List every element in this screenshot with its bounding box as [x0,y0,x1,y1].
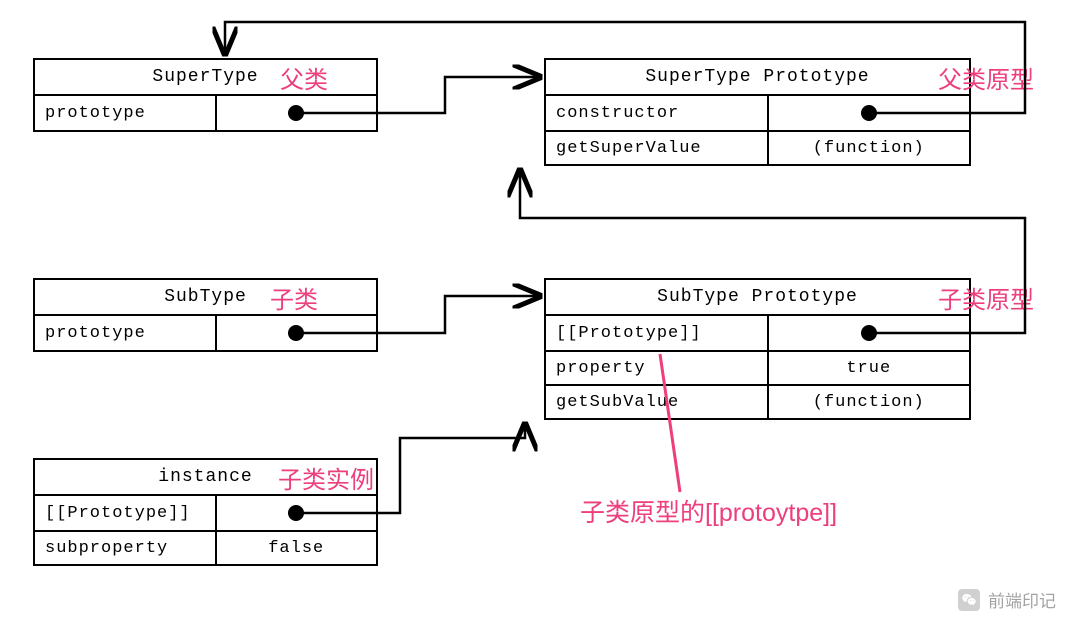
dot-icon [288,325,304,341]
subtype-prototype-label: prototype [35,316,217,350]
dot-icon [288,505,304,521]
subproto-title-text: SubType Prototype [657,287,858,307]
instance-subproperty-value: false [217,532,377,564]
subproto-row-getsubvalue: getSubValue (function) [546,384,969,418]
label-instance: 子类实例 [278,460,374,495]
subproto-row-property: property true [546,350,969,384]
label-subproto: 子类原型 [938,280,1034,315]
instance-row-prototype: [[Prototype]] [35,496,376,530]
superproto-constructor-value [769,96,970,130]
supertype-title-text: SuperType [152,67,258,87]
instance-prototype-value [217,496,377,530]
watermark-text: 前端印记 [988,587,1056,612]
subproto-row-prototype: [[Prototype]] [546,316,969,350]
subproto-property-label: property [546,352,769,384]
supertype-prototype-value [217,96,377,130]
subtype-row-prototype: prototype [35,316,376,350]
dot-icon [861,105,877,121]
superproto-getsupervalue-value: (function) [769,132,970,164]
superproto-getsupervalue-label: getSuperValue [546,132,769,164]
subproto-prototype-value [769,316,970,350]
label-subtype: 子类 [270,280,318,315]
superproto-constructor-label: constructor [546,96,769,130]
box-subtype-title: SubType [35,280,376,316]
superproto-row-getsupervalue: getSuperValue (function) [546,130,969,164]
annotation-proto-note: 子类原型的[[protoytpe]] [580,493,837,529]
box-superproto-title: SuperType Prototype [546,60,969,96]
wechat-icon [958,589,980,611]
box-superproto: SuperType Prototype constructor getSuper… [544,58,971,166]
box-subproto-title: SubType Prototype [546,280,969,316]
subproto-property-value: true [769,352,970,384]
watermark: 前端印记 [958,587,1056,612]
instance-prototype-label: [[Prototype]] [35,496,217,530]
instance-subproperty-label: subproperty [35,532,217,564]
subproto-prototype-label: [[Prototype]] [546,316,769,350]
box-subtype: SubType prototype [33,278,378,352]
subproto-getsubvalue-value: (function) [769,386,970,418]
supertype-row-prototype: prototype [35,96,376,130]
subproto-getsubvalue-label: getSubValue [546,386,769,418]
label-supertype: 父类 [280,60,328,95]
dot-icon [288,105,304,121]
instance-title-text: instance [158,467,252,487]
subtype-title-text: SubType [164,287,247,307]
superproto-title-text: SuperType Prototype [645,67,869,87]
dot-icon [861,325,877,341]
superproto-row-constructor: constructor [546,96,969,130]
supertype-prototype-label: prototype [35,96,217,130]
box-subproto: SubType Prototype [[Prototype]] property… [544,278,971,420]
label-superproto: 父类原型 [938,60,1034,95]
instance-row-subproperty: subproperty false [35,530,376,564]
subtype-prototype-value [217,316,377,350]
